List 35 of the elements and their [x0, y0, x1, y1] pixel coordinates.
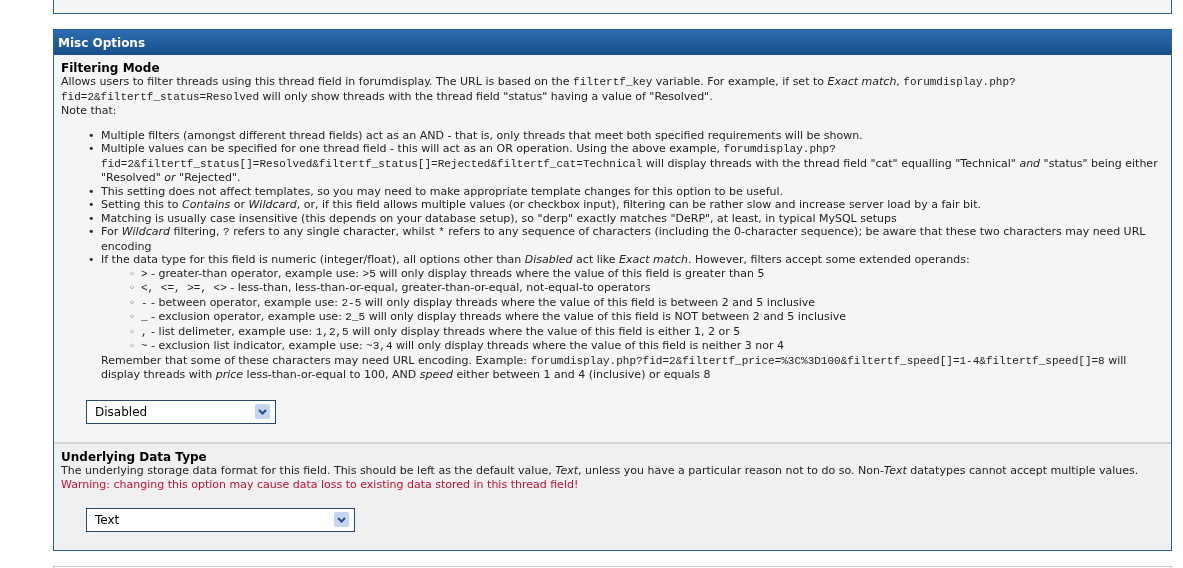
dropdown[interactable]: Text: [86, 507, 355, 532]
bullet-marker: ◦: [129, 324, 136, 338]
dropdown[interactable]: Disabled: [86, 399, 276, 424]
bullet-marker: •: [88, 142, 96, 156]
bullet-marker: •: [88, 225, 96, 239]
bullet-marker: ◦: [129, 339, 136, 353]
bullet-marker: ◦: [129, 310, 136, 324]
description-text: The underlying storage data format for this field. This should be left as the default value, Text, unless you have a particular reason not to do so. Non-Text datatypes cannot accept multiple values.: [61, 463, 1140, 477]
bullet-marker: •: [88, 184, 96, 198]
bullet-marker: •: [88, 128, 96, 142]
panel-header: Misc Options: [54, 30, 1171, 55]
bullet-text: If the data type for this field is numeric (integer/float), all options other than Disabled act like Exact match. However, filters accept some extended operands:: [101, 253, 970, 266]
bullet-text: Multiple values can be specified for one thread field - this will act as an OR operation. Using the above example, forumdisplay.php?fid=2&filtertf_status[]=Resolved&filtertf_status[]=Rejected&filtertf_cat=Technical will display threads with the thread field "cat" equalling "Technical" and "status" being either "Resolved" or "Rejected".: [101, 142, 1158, 184]
bullet-marker: ◦: [129, 295, 136, 309]
description-text: Allows users to filter threads using this thread field in forumdisplay. The URL is based on the filtertf_key variable. For example, if set to Exact match, forumdisplay.php?fid=2&filtertf_status=Resolved will only show threads with the thread field "status" having a value of "Resolved".: [61, 75, 1017, 104]
bullet-text: Matching is usually case insensitive (this depends on your database setup), so "derp" exactly matches "DeRP", at least, in typical MySQL setups: [101, 211, 897, 225]
bullet-text: Remember that some of these characters may need URL encoding. Example: forumdisplay.php?fid=2&filtertf_price=%3C%3D100&filtertf_speed[]=1-4&filtertf_speed[]=8 will display threads with price less-than-or-equal to 100, AND speed either between 1 and 4 (inclusive) or equals 8: [101, 353, 1128, 382]
description-text: Note that:: [61, 104, 118, 118]
bullet-text: Multiple filters (amongst different thread fields) act as an AND - that is, only threads that meet both specified requirements will be shown.: [101, 128, 863, 142]
operator-text: > - greater-than operator, example use: >5 will only display threads where the value of this field is greater than 5: [141, 266, 766, 281]
bullet-marker: ◦: [129, 266, 136, 280]
bullet-marker: •: [88, 253, 96, 267]
setting-title: Underlying Data Type: [61, 449, 208, 464]
operator-text: ~ - exclusion list indicator, example use: ~3,4 will only display threads where the value of this field is neither 3 nor 4: [141, 339, 785, 354]
warning-text: Warning: changing this option may cause data loss to existing data stored in this thread field!: [61, 478, 580, 492]
bullet-text: This setting does not affect templates, so you may need to make appropriate template changes for this option to be useful.: [101, 184, 784, 198]
bullet-marker: •: [88, 198, 96, 212]
operator-text: - - between operator, example use: 2-5 will only display threads where the value of this field is between 2 and 5 inclusive: [141, 295, 816, 310]
bullet-text: Setting this to Contains or Wildcard, or, if this field allows multiple values (or checkbox input), filtering can be rather slow and increase server load by a fair bit.: [101, 198, 981, 211]
operator-text: _ - exclusion operator, example use: 2_5 will only display threads where the value of this field is NOT between 2 and 5 inclusive: [141, 310, 847, 325]
bullet-marker: •: [88, 211, 96, 225]
bullet-marker: ◦: [129, 281, 136, 295]
operator-text: <, <=, >=, <> - less-than, less-than-or-equal, greater-than-or-equal, not-equal-to operators: [141, 281, 652, 296]
setting-title: Filtering Mode: [61, 61, 161, 75]
operator-text: , - list delimeter, example use: 1,2,5 will only display threads where the value of this field is either 1, 2 or 5: [141, 324, 742, 339]
